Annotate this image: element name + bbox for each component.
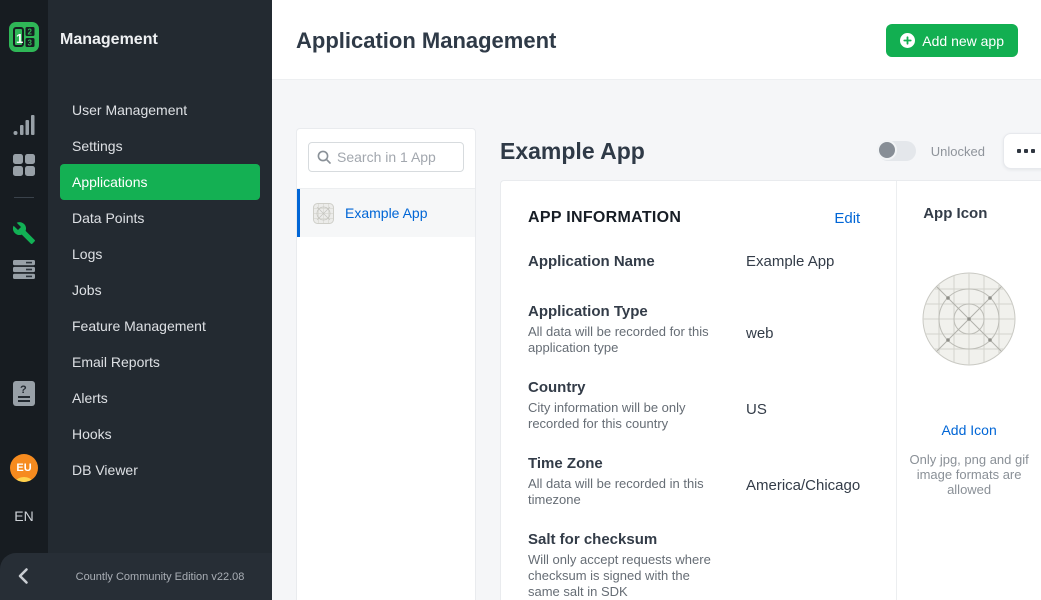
field-description: City information will be only recorded f…: [528, 400, 713, 432]
analytics-bars-icon[interactable]: [0, 112, 48, 136]
page-title: Application Management: [296, 28, 556, 54]
field-description: Will only accept requests where checksum…: [528, 552, 713, 600]
svg-text:2: 2: [28, 28, 33, 37]
svg-text:1: 1: [16, 31, 23, 46]
help-guides-icon[interactable]: ?: [0, 381, 48, 406]
add-new-app-label: Add new app: [922, 33, 1004, 49]
search-input[interactable]: [337, 149, 455, 165]
sidebar-item-logs[interactable]: Logs: [60, 236, 260, 272]
app-information-title: APP INFORMATION: [528, 209, 681, 227]
app-title: Example App: [500, 138, 645, 165]
collapse-chevron-icon[interactable]: [17, 567, 29, 590]
field-row-application-type: Application Type All data will be record…: [528, 302, 860, 356]
sidebar-item-email-reports[interactable]: Email Reports: [60, 344, 260, 380]
svg-text:?: ?: [20, 384, 27, 396]
toggle-knob: [877, 140, 897, 160]
field-value: Example App: [746, 252, 860, 272]
main-area: Application Management Add new app: [272, 0, 1041, 600]
sidebar-menu: User Management Settings Applications Da…: [48, 92, 272, 488]
sidebar-menu-panel: Management User Management Settings Appl…: [48, 0, 272, 600]
more-options-button[interactable]: [1003, 133, 1041, 169]
app-icon-placeholder: [922, 272, 1016, 366]
ellipsis-icon: [1017, 149, 1021, 153]
sidebar-footer: Countly Community Edition v22.08: [0, 553, 272, 600]
sidebar-item-alerts[interactable]: Alerts: [60, 380, 260, 416]
sidebar-item-hooks[interactable]: Hooks: [60, 416, 260, 452]
sidebar-title: Management: [48, 0, 272, 80]
field-label: Country: [528, 378, 713, 398]
field-value: [746, 530, 860, 600]
app-detail-header: Example App Unlocked: [500, 127, 1041, 175]
sidebar-item-feature-management[interactable]: Feature Management: [60, 308, 260, 344]
management-wrench-icon[interactable]: [0, 221, 48, 245]
svg-text:3: 3: [28, 39, 33, 48]
user-avatar[interactable]: EU: [10, 454, 38, 482]
add-new-app-button[interactable]: Add new app: [886, 24, 1018, 57]
icon-format-note: Only jpg, png and gif image formats are …: [908, 452, 1030, 497]
app-icon-panel: App Icon: [896, 181, 1041, 600]
sidebar-item-jobs[interactable]: Jobs: [60, 272, 260, 308]
field-description: All data will be recorded in this timezo…: [528, 476, 713, 508]
countly-logo-icon[interactable]: 1 2 3: [0, 22, 48, 52]
field-description: All data will be recorded for this appli…: [528, 324, 713, 356]
app-info-card: APP INFORMATION Edit Application Name Ex…: [500, 180, 1041, 600]
data-server-icon[interactable]: [0, 260, 48, 279]
sidebar-item-applications[interactable]: Applications: [60, 164, 260, 200]
sidebar: 1 2 3: [0, 0, 272, 600]
app-item-label: Example App: [345, 205, 428, 221]
plus-circle-icon: [900, 33, 915, 48]
field-label: Salt for checksum: [528, 530, 713, 550]
edit-link[interactable]: Edit: [834, 210, 860, 227]
page-header: Application Management Add new app: [272, 0, 1041, 80]
app-icon-title: App Icon: [897, 205, 1041, 222]
field-row-salt-for-checksum: Salt for checksum Will only accept reque…: [528, 530, 860, 600]
app-list-item-example-app[interactable]: Example App: [297, 189, 475, 237]
lock-toggle[interactable]: [878, 141, 916, 161]
sidebar-item-data-points[interactable]: Data Points: [60, 200, 260, 236]
field-label: Application Name: [528, 252, 713, 272]
content-area: Example App Example App Unlocked APP INF…: [272, 80, 1041, 600]
field-value: America/Chicago: [746, 454, 860, 508]
lock-toggle-label: Unlocked: [931, 144, 985, 159]
header-controls: Unlocked: [878, 133, 1041, 169]
version-label: Countly Community Edition v22.08: [48, 553, 272, 600]
add-icon-link[interactable]: Add Icon: [897, 422, 1041, 438]
sidebar-item-db-viewer[interactable]: DB Viewer: [60, 452, 260, 488]
apps-grid-icon[interactable]: [0, 154, 48, 176]
sidebar-item-user-management[interactable]: User Management: [60, 92, 260, 128]
rail-divider: [0, 197, 48, 198]
app-info-section: APP INFORMATION Edit Application Name Ex…: [501, 181, 896, 600]
field-label: Application Type: [528, 302, 713, 322]
app-placeholder-icon: [313, 203, 334, 224]
icon-rail: 1 2 3: [0, 0, 48, 600]
field-row-application-name: Application Name Example App: [528, 252, 860, 272]
field-value: web: [746, 302, 860, 356]
field-row-time-zone: Time Zone All data will be recorded in t…: [528, 454, 860, 508]
field-label: Time Zone: [528, 454, 713, 474]
sidebar-item-settings[interactable]: Settings: [60, 128, 260, 164]
field-value: US: [746, 378, 860, 432]
field-row-country: Country City information will be only re…: [528, 378, 860, 432]
language-selector[interactable]: EN: [0, 508, 48, 524]
app-search-box[interactable]: [308, 142, 464, 172]
app-list-panel: Example App: [296, 128, 476, 600]
search-icon: [317, 150, 331, 164]
